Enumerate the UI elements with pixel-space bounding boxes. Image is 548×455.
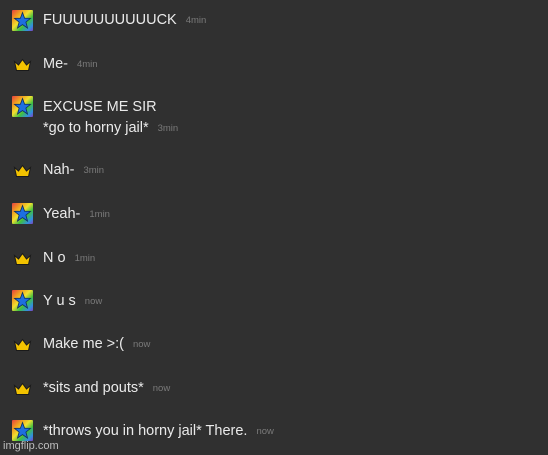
message-text-line-2: *go to horny jail*: [43, 120, 149, 136]
gold-crown-icon: [12, 379, 33, 400]
message-text: Yeah-: [43, 206, 81, 222]
message-text: Nah-: [43, 162, 75, 178]
message-timestamp: now: [256, 426, 274, 437]
message-timestamp: now: [84, 296, 103, 307]
rainbow-star-icon: [12, 96, 33, 117]
message-text: *throws you in horny jail* There.: [43, 423, 248, 439]
message-text: EXCUSE ME SIR: [43, 99, 157, 115]
message-timestamp: 3min: [157, 123, 179, 134]
message-timestamp: 4min: [185, 15, 207, 26]
message-timestamp: now: [152, 383, 171, 394]
message-text: Me-: [43, 56, 68, 72]
rainbow-star-icon: [12, 10, 33, 31]
message-text: Make me >:(: [43, 336, 124, 352]
message-timestamp: now: [132, 339, 151, 350]
gold-crown-icon: [12, 55, 33, 76]
message-text: FUUUUUUUUUUCK: [43, 12, 177, 28]
message-text: Y u s: [43, 293, 76, 309]
imgflip-watermark: imgflip.com: [3, 440, 59, 452]
gold-crown-icon: [12, 335, 33, 356]
gold-crown-icon: [12, 161, 33, 182]
rainbow-star-icon: [12, 203, 33, 224]
message-timestamp: 1min: [74, 253, 96, 264]
message-timestamp: 1min: [89, 209, 110, 220]
rainbow-star-icon: [12, 420, 33, 441]
message-timestamp: 3min: [83, 165, 105, 176]
message-text: N o: [43, 250, 66, 266]
chat-log: FUUUUUUUUUUCK 4min Me- 4min EXCUSE ME SIR …: [0, 0, 548, 455]
message-timestamp: 4min: [76, 59, 98, 70]
message-text: *sits and pouts*: [43, 380, 144, 396]
rainbow-star-icon: [12, 290, 33, 311]
gold-crown-icon: [12, 249, 33, 270]
